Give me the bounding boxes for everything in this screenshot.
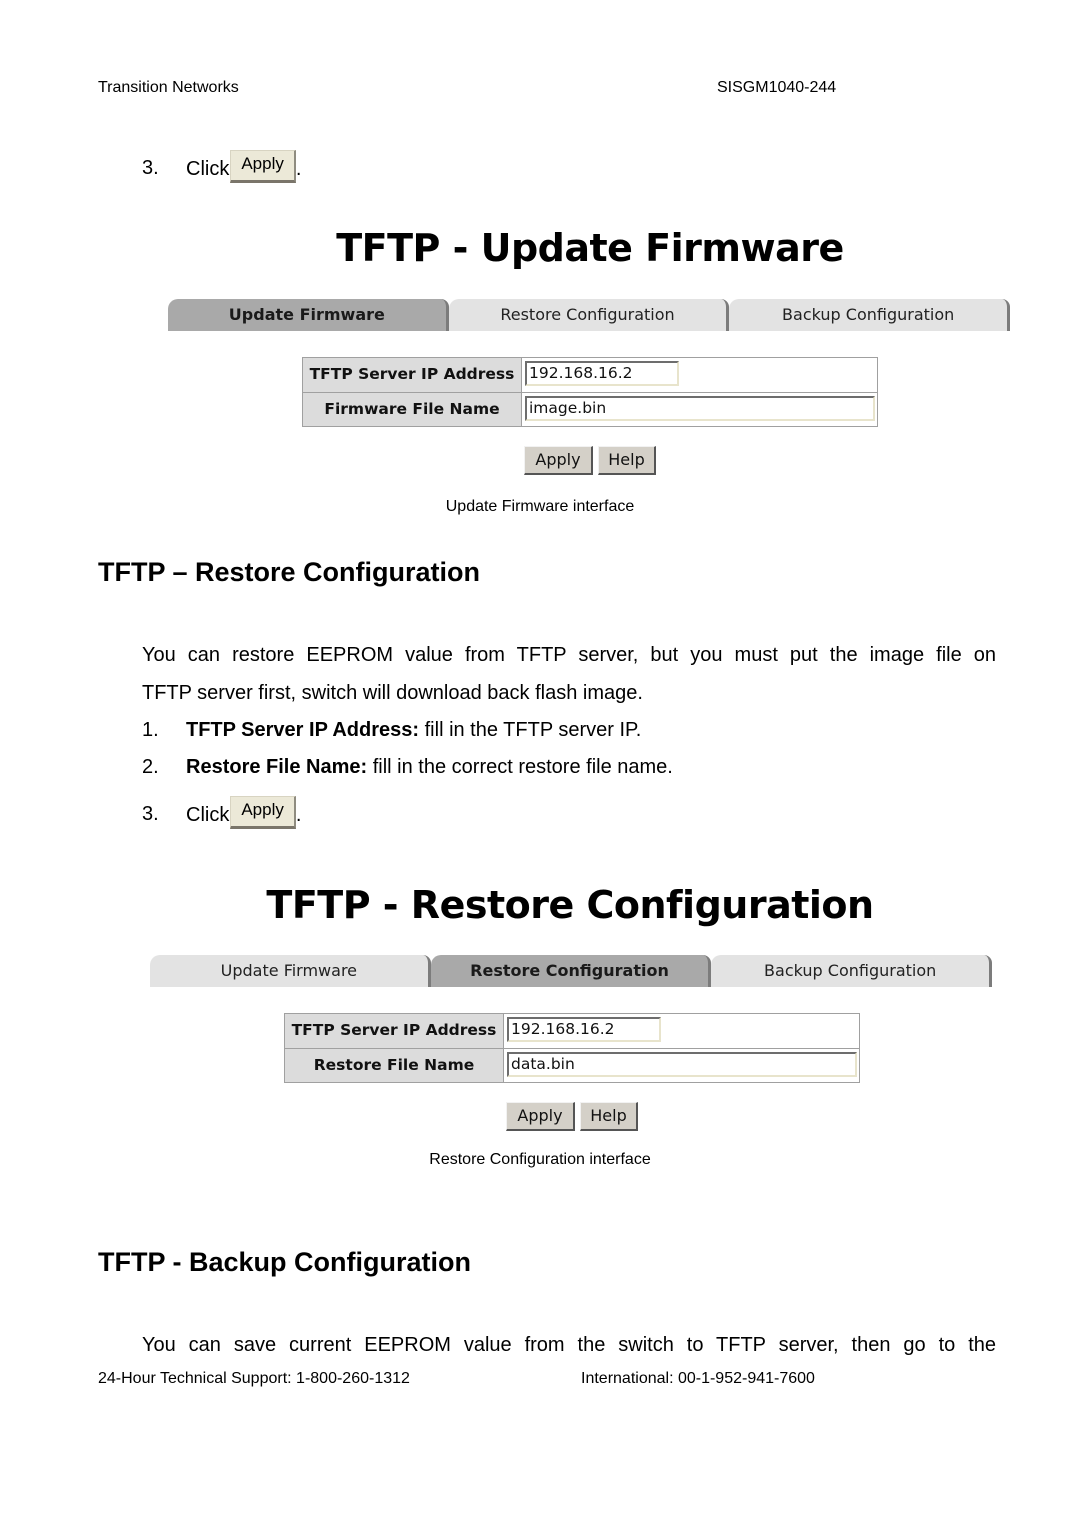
step-bold-label: TFTP Server IP Address:: [186, 719, 420, 741]
form-row-firmware-file: Firmware File Name image.bin: [303, 392, 877, 426]
form-row-server-ip: TFTP Server IP Address 192.168.16.2: [303, 358, 877, 392]
tab-update-firmware[interactable]: Update Firmware: [150, 955, 431, 987]
server-ip-label: TFTP Server IP Address: [285, 1014, 504, 1048]
restore-step-1: 1. TFTP Server IP Address: fill in the T…: [142, 718, 1002, 742]
update-firmware-screen-title: TFTP - Update Firmware: [336, 226, 844, 270]
restore-file-name-label: Restore File Name: [285, 1049, 504, 1082]
server-ip-input[interactable]: 192.168.16.2: [507, 1017, 661, 1042]
step-click-text: Click: [186, 803, 230, 826]
backup-configuration-heading: TFTP - Backup Configuration: [98, 1247, 471, 1277]
form-row-server-ip: TFTP Server IP Address 192.168.16.2: [285, 1014, 859, 1048]
step-click-text: Click: [186, 157, 230, 180]
help-button[interactable]: Help: [598, 446, 656, 475]
backup-intro-paragraph: You can save current EEPROM value from t…: [142, 1326, 996, 1364]
page-header-model: SISGM1040-244: [717, 79, 837, 96]
restore-step-3: 3. Click Apply.: [142, 796, 442, 836]
update-firmware-caption: Update Firmware interface: [445, 498, 635, 515]
step-bold-label: Restore File Name:: [186, 756, 368, 778]
firmware-file-name-input[interactable]: image.bin: [525, 396, 875, 421]
backup-intro-line-1: You can save current EEPROM value from t…: [142, 1334, 996, 1356]
step-number: 2.: [142, 756, 159, 778]
restore-intro-line-1: You can restore EEPROM value from TFTP s…: [142, 644, 996, 666]
step-suffix: .: [295, 157, 302, 180]
inline-apply-button-image: Apply: [230, 796, 296, 829]
restore-configuration-caption: Restore Configuration interface: [429, 1151, 651, 1168]
tab-restore-configuration[interactable]: Restore Configuration: [448, 299, 730, 331]
step-number: 3.: [142, 803, 159, 825]
help-button[interactable]: Help: [580, 1102, 638, 1131]
update-firmware-tab-bar: Update Firmware Restore Configuration Ba…: [168, 299, 1011, 331]
restore-configuration-heading: TFTP – Restore Configuration: [98, 557, 481, 587]
apply-button[interactable]: Apply: [524, 446, 593, 475]
step-text: fill in the correct restore file name.: [367, 756, 673, 778]
restore-intro-paragraph: You can restore EEPROM value from TFTP s…: [142, 636, 996, 712]
firmware-file-name-label: Firmware File Name: [303, 393, 522, 426]
tab-update-firmware[interactable]: Update Firmware: [168, 299, 449, 331]
tab-restore-configuration[interactable]: Restore Configuration: [430, 955, 712, 987]
restore-intro-line-2: TFTP server first, switch will download …: [142, 682, 643, 704]
step-number: 1.: [142, 719, 159, 741]
restore-step-2: 2. Restore File Name: fill in the correc…: [142, 755, 1002, 779]
inline-apply-button-image: Apply: [230, 150, 296, 183]
server-ip-input[interactable]: 192.168.16.2: [525, 361, 679, 386]
page-header-company: Transition Networks: [98, 79, 239, 96]
update-firmware-form: TFTP Server IP Address 192.168.16.2 Firm…: [302, 357, 878, 427]
footer-international-phone: International: 00-1-952-941-7600: [581, 1370, 815, 1387]
update-step-3: 3. Click Apply.: [142, 150, 442, 190]
step-suffix: .: [295, 803, 302, 826]
restore-file-name-input[interactable]: data.bin: [507, 1052, 857, 1077]
restore-configuration-form: TFTP Server IP Address 192.168.16.2 Rest…: [284, 1013, 860, 1083]
tab-backup-configuration[interactable]: Backup Configuration: [729, 299, 1011, 331]
restore-configuration-tab-bar: Update Firmware Restore Configuration Ba…: [150, 955, 993, 987]
step-number: 3.: [142, 157, 159, 179]
server-ip-label: TFTP Server IP Address: [303, 358, 522, 392]
tab-backup-configuration[interactable]: Backup Configuration: [711, 955, 993, 987]
form-row-restore-file: Restore File Name data.bin: [285, 1048, 859, 1082]
restore-configuration-screen-title: TFTP - Restore Configuration: [266, 883, 874, 927]
footer-support-phone: 24-Hour Technical Support: 1-800-260-131…: [98, 1370, 410, 1387]
step-text: fill in the TFTP server IP.: [419, 719, 642, 741]
apply-button[interactable]: Apply: [506, 1102, 575, 1131]
